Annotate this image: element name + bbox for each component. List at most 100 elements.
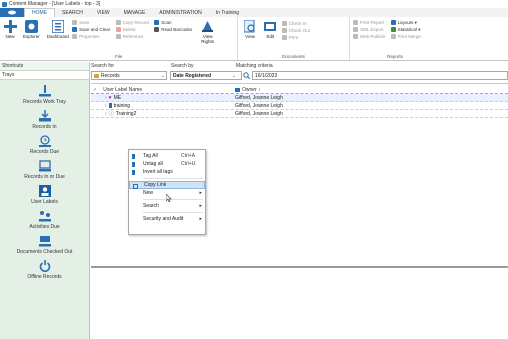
menu-label: Copy Link <box>144 182 167 188</box>
table-row[interactable]: › training Gifford, Joanne Leigh <box>91 102 508 110</box>
copy-record-button[interactable]: Copy Record <box>115 19 149 26</box>
app-icon <box>2 1 7 7</box>
properties-label: Properties <box>79 34 100 39</box>
col-label-name: User Label Name <box>103 86 143 93</box>
sidebar-item-activities-due[interactable]: Activities Due <box>0 210 89 230</box>
save-clear-label: Save and Clear <box>79 27 111 32</box>
check-out-button[interactable]: Check Out <box>281 27 310 34</box>
title-bar: Content Manager - [User Labels - top - 3… <box>0 0 508 8</box>
reference-button[interactable]: Reference <box>115 33 149 40</box>
chevron-down-icon: ⌄ <box>232 72 237 79</box>
view-rights-icon <box>201 19 215 33</box>
sidebar-item-label: Activities Due <box>29 224 60 230</box>
tab-file[interactable] <box>0 8 24 17</box>
row-name: training <box>113 102 131 109</box>
save-icon <box>72 20 78 25</box>
menu-item-security-audit[interactable]: Security and Audit ▸ <box>129 215 205 223</box>
xml-export-label: XML Export <box>360 27 384 32</box>
properties-button[interactable]: Properties <box>72 33 110 40</box>
edit-document-button[interactable]: Edit <box>261 19 279 39</box>
delete-button[interactable]: Delete <box>115 26 149 33</box>
tab-search[interactable]: SEARCH <box>55 8 90 17</box>
row-name: Training2 <box>115 110 137 117</box>
expand-icon[interactable]: › <box>105 103 107 109</box>
link-icon <box>133 183 138 189</box>
documents-small-col: Check In Check Out Print <box>281 20 310 41</box>
print-merge-button[interactable]: Print Merge <box>390 33 421 40</box>
menu-item-invert-all-tags[interactable]: Invert all tags <box>129 168 205 176</box>
menu-item-tag-all[interactable]: Tag All Ctrl+A <box>129 152 205 160</box>
read-barcodes-button[interactable]: Read Barcodes <box>154 26 192 33</box>
reference-label: Reference <box>122 34 144 39</box>
search-by-dropdown-button[interactable]: ⌄ <box>230 71 242 80</box>
tab-view[interactable]: VIEW <box>90 8 117 17</box>
reports-small-col-2: Layouts ▾ Statistical ▾ Print Merge <box>390 19 421 40</box>
tab-in-training[interactable]: In Training <box>209 8 246 17</box>
search-for-select[interactable]: Records ⌄ <box>91 71 167 80</box>
search-for-label: Search for <box>91 63 115 69</box>
expand-icon[interactable]: › <box>105 95 107 101</box>
explorer-button[interactable]: Explorer <box>19 19 43 39</box>
menu-item-search[interactable]: Search ▸ <box>129 202 205 210</box>
tab-home[interactable]: HOME <box>24 8 55 17</box>
menu-label: Untag all <box>143 161 163 167</box>
row-name: ME <box>113 94 122 101</box>
sidebar-item-records-due[interactable]: Records Due <box>0 135 89 155</box>
shortcuts-header[interactable]: Shortcuts <box>0 62 89 71</box>
file-small-col-1: Save Save and Clear Properties <box>72 19 110 40</box>
tab-administration[interactable]: ADMINISTRATION <box>152 8 208 17</box>
layouts-button[interactable]: Layouts ▾ <box>390 19 421 26</box>
scan-button[interactable]: Scan <box>154 19 192 26</box>
sidebar-item-offline-records[interactable]: Offline Records <box>0 260 89 280</box>
file-small-col-2: Copy Record Delete Reference <box>115 19 149 40</box>
search-by-select[interactable]: Date Registered <box>170 71 232 80</box>
table-row[interactable]: › ⓘ Training2 Gifford, Joanne Leigh <box>91 110 508 118</box>
menu-shortcut: Ctrl+A <box>181 153 196 159</box>
ribbon: New Explorer Dashboard Save Save and Cle… <box>0 17 508 61</box>
sidebar-item-records-work-tray[interactable]: Records Work Tray <box>0 85 89 105</box>
in-or-due-icon <box>38 160 51 172</box>
trays-header[interactable]: Trays <box>0 71 89 80</box>
layouts-icon <box>390 20 396 25</box>
bookmark-label-icon <box>108 103 112 108</box>
sidebar-item-documents-checked-out[interactable]: Documents Checked Out <box>0 235 89 255</box>
menu-item-untag-all[interactable]: Untag all Ctrl+U <box>129 160 205 168</box>
new-button[interactable]: New <box>3 19 17 39</box>
sidebar-item-records-in-or-due[interactable]: Records In or Due <box>0 160 89 180</box>
label-name-column-header[interactable]: ✓ User Label Name <box>91 87 235 93</box>
print-report-button[interactable]: Print Report <box>353 19 385 26</box>
owner-icon <box>235 87 240 92</box>
view-document-button[interactable]: View <box>241 19 259 39</box>
print-document-button[interactable]: Print <box>281 34 310 41</box>
checked-out-icon <box>38 235 51 247</box>
reference-icon <box>115 34 121 39</box>
table-row[interactable]: › ♥ ME Gifford, Joanne Leigh <box>91 94 508 102</box>
menu-separator <box>143 199 203 200</box>
expand-icon[interactable]: › <box>105 111 107 117</box>
menu-item-copy-link[interactable]: Copy Link <box>129 181 205 189</box>
check-out-icon <box>281 28 287 33</box>
xml-export-button[interactable]: XML Export <box>353 26 385 33</box>
web-publish-button[interactable]: Web Publish <box>353 33 385 40</box>
power-icon <box>39 260 51 272</box>
dashboard-button[interactable]: Dashboard <box>46 19 70 39</box>
context-menu: Tag All Ctrl+A Untag all Ctrl+U Invert a… <box>128 149 206 235</box>
tab-manage[interactable]: MANAGE <box>117 8 153 17</box>
menu-label: Invert all tags <box>143 169 173 175</box>
sidebar-item-records-in[interactable]: Records In <box>0 110 89 130</box>
heart-label-icon: ♥ <box>108 94 112 101</box>
sidebar: Shortcuts Trays Records Work Tray Record… <box>0 62 90 339</box>
matching-criteria-input[interactable]: 16/1/2023 <box>252 71 508 80</box>
save-button[interactable]: Save <box>72 19 110 26</box>
statistical-icon <box>390 27 396 32</box>
owner-column-header[interactable]: Owner › <box>235 87 260 93</box>
check-in-icon <box>281 21 287 26</box>
print-report-label: Print Report <box>360 20 385 25</box>
check-in-button[interactable]: Check In <box>281 20 310 27</box>
sidebar-item-user-labels[interactable]: User Labels <box>0 185 89 205</box>
save-clear-button[interactable]: Save and Clear <box>72 26 110 33</box>
statistical-button[interactable]: Statistical ▾ <box>390 26 421 33</box>
view-rights-button[interactable]: View Rights <box>198 19 218 44</box>
search-button[interactable] <box>242 71 251 80</box>
menu-separator <box>143 212 203 213</box>
